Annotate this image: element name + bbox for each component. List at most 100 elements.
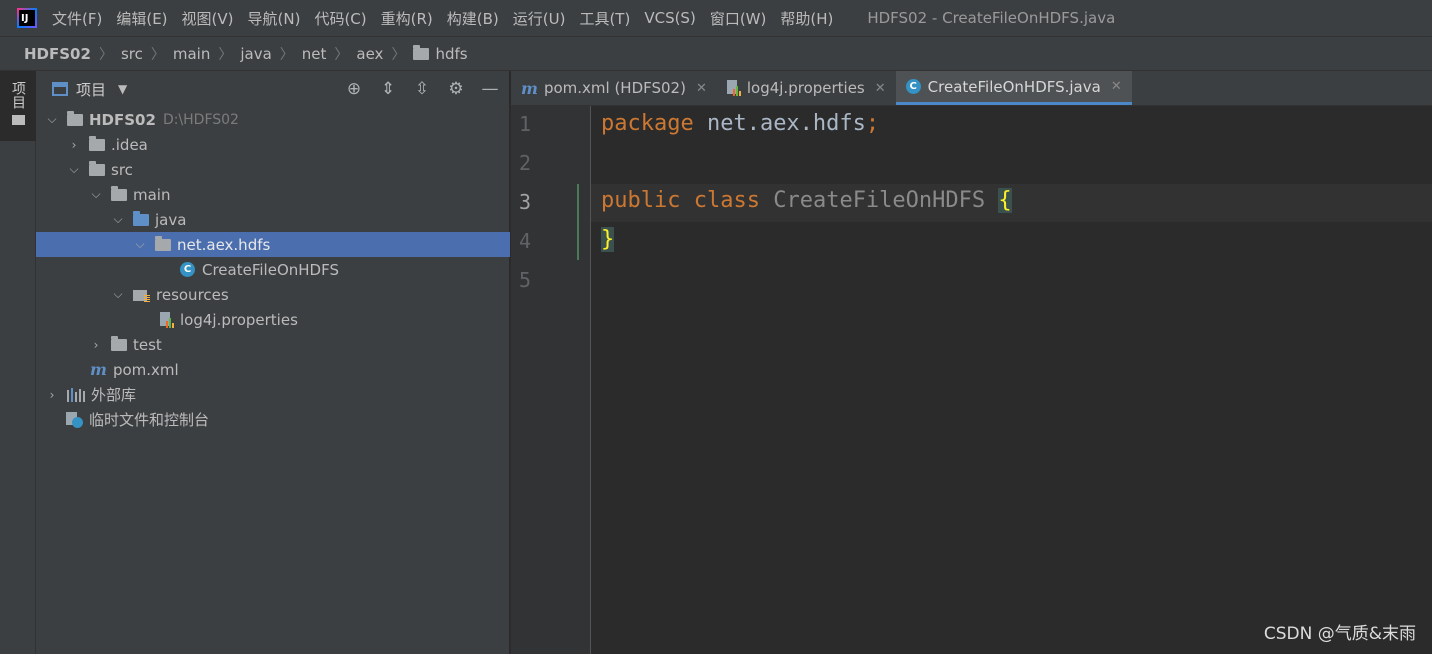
line-number: 3: [519, 190, 532, 214]
tab-label: pom.xml (HDFS02): [543, 79, 686, 97]
chevron-down-icon[interactable]: ⌵: [86, 187, 106, 202]
menu-vcs[interactable]: VCS(S): [644, 9, 695, 27]
menu-help[interactable]: 帮助(H): [780, 8, 833, 29]
tree-item-log4j[interactable]: log4j.properties: [36, 307, 510, 332]
class-icon: C: [180, 262, 195, 277]
menu-file[interactable]: 文件(F): [52, 8, 102, 29]
tree-item-external-libraries[interactable]: › 外部库: [36, 382, 510, 407]
crumb-project[interactable]: HDFS02: [24, 45, 91, 63]
menu-navigate[interactable]: 导航(N): [248, 8, 301, 29]
tree-label: log4j.properties: [180, 310, 298, 329]
chevron-right-icon: 〉: [150, 46, 165, 63]
tree-item-pom[interactable]: m pom.xml: [36, 357, 510, 382]
chevron-right-icon: 〉: [391, 46, 406, 63]
crumb-aex[interactable]: aex: [356, 45, 383, 63]
tree-label: CreateFileOnHDFS: [202, 260, 339, 279]
tree-item-test[interactable]: › test: [36, 332, 510, 357]
code-line-4: }: [601, 227, 615, 252]
module-folder-icon: [67, 110, 83, 126]
tree-item-class[interactable]: C CreateFileOnHDFS: [36, 257, 510, 282]
folder-icon: [89, 135, 105, 151]
code-keyword: package: [601, 111, 694, 136]
chevron-right-icon: 〉: [334, 46, 349, 63]
code-editor[interactable]: 1 2 3 4 5 package net.aex.hdfs; public c…: [511, 106, 1432, 654]
maven-icon: m: [521, 78, 538, 98]
crumb-net[interactable]: net: [302, 45, 327, 63]
menu-build[interactable]: 构建(B): [447, 8, 499, 29]
tree-label: HDFS02: [89, 110, 156, 129]
window-title: HDFS02 - CreateFileOnHDFS.java: [867, 9, 1116, 27]
chevron-down-icon[interactable]: ▼: [118, 82, 127, 96]
intellij-logo-icon: IJ: [17, 8, 37, 28]
crumb-hdfs[interactable]: hdfs: [435, 45, 467, 63]
menu-tools[interactable]: 工具(T): [579, 8, 630, 29]
tab-pom-xml[interactable]: m pom.xml (HDFS02) ✕: [511, 71, 717, 105]
tree-item-package[interactable]: ⌵ net.aex.hdfs: [36, 232, 510, 257]
code-close-brace: }: [601, 227, 615, 252]
expand-all-icon[interactable]: ⇕: [377, 78, 399, 100]
chevron-right-icon[interactable]: ›: [86, 338, 106, 352]
menu-run[interactable]: 运行(U): [513, 8, 566, 29]
watermark: CSDN @气质&末雨: [1263, 624, 1416, 644]
tab-createfileonhdfs-java[interactable]: C CreateFileOnHDFS.java ✕: [895, 71, 1132, 105]
menu-bar: IJ 文件(F) 编辑(E) 视图(V) 导航(N) 代码(C) 重构(R) 构…: [0, 0, 1432, 36]
crumb-main[interactable]: main: [173, 45, 210, 63]
close-icon[interactable]: ✕: [696, 81, 707, 96]
menu-code[interactable]: 代码(C): [314, 8, 366, 29]
chevron-down-icon[interactable]: ⌵: [64, 162, 84, 177]
minimize-icon[interactable]: —: [479, 78, 501, 100]
folder-icon: [11, 115, 25, 125]
chevron-down-icon[interactable]: ⌵: [108, 212, 128, 227]
tree-item-main[interactable]: ⌵ main: [36, 182, 510, 207]
close-icon[interactable]: ✕: [1111, 79, 1122, 94]
menu-refactor[interactable]: 重构(R): [381, 8, 433, 29]
line-number: 4: [519, 229, 532, 253]
tree-label: java: [155, 210, 187, 229]
properties-file-icon: [160, 311, 174, 328]
chevron-right-icon: 〉: [279, 46, 294, 63]
gear-icon[interactable]: ⚙: [445, 78, 467, 100]
chevron-right-icon: 〉: [98, 46, 113, 63]
close-icon[interactable]: ✕: [875, 81, 886, 96]
chevron-right-icon[interactable]: ›: [42, 388, 62, 402]
project-panel-header: 项目 ▼ ⊕ ⇕ ⇳ ⚙ —: [36, 71, 509, 107]
package-icon: [155, 235, 171, 251]
line-number: 1: [519, 112, 532, 136]
code-line-3: public class CreateFileOnHDFS {: [601, 188, 1012, 213]
tree-label: resources: [156, 285, 229, 304]
tree-label: net.aex.hdfs: [177, 235, 271, 254]
tree-label: 临时文件和控制台: [89, 411, 210, 429]
chevron-right-icon[interactable]: ›: [64, 138, 84, 152]
locate-icon[interactable]: ⊕: [343, 78, 365, 100]
line-number-gutter: 1 2 3 4 5: [511, 106, 591, 654]
menu-window[interactable]: 窗口(W): [710, 8, 767, 29]
tree-item-hdfs02[interactable]: ⌵ HDFS02 D:\HDFS02: [36, 107, 510, 132]
collapse-all-icon[interactable]: ⇳: [411, 78, 433, 100]
properties-file-icon: [726, 80, 741, 96]
code-keyword: public: [601, 188, 681, 213]
chevron-down-icon[interactable]: ⌵: [42, 112, 62, 127]
tree-label: 外部库: [91, 386, 137, 404]
chevron-down-icon[interactable]: ⌵: [108, 287, 128, 302]
project-tool-button[interactable]: 项目: [0, 71, 36, 141]
code-class-name: CreateFileOnHDFS: [773, 188, 986, 213]
tree-item-src[interactable]: ⌵ src: [36, 157, 510, 182]
tree-item-idea[interactable]: › .idea: [36, 132, 510, 157]
project-view-icon: [52, 82, 68, 96]
chevron-right-icon: 〉: [218, 46, 233, 63]
menu-view[interactable]: 视图(V): [182, 8, 234, 29]
breadcrumb: HDFS02 〉 src 〉 main 〉 java 〉 net 〉 aex 〉…: [0, 36, 1432, 71]
chevron-down-icon[interactable]: ⌵: [130, 237, 150, 252]
tab-log4j-properties[interactable]: log4j.properties ✕: [717, 71, 896, 105]
tree-label: .idea: [111, 135, 148, 154]
project-panel: 项目 ▼ ⊕ ⇕ ⇳ ⚙ — ⌵ HDFS02 D:\HDFS02 › .ide…: [36, 71, 510, 654]
tree-item-java[interactable]: ⌵ java: [36, 207, 510, 232]
tree-item-scratches[interactable]: 临时文件和控制台: [36, 407, 510, 432]
menu-edit[interactable]: 编辑(E): [116, 8, 167, 29]
panel-title[interactable]: 项目: [76, 79, 106, 100]
code-open-brace: {: [998, 188, 1012, 213]
libraries-icon: [67, 387, 85, 402]
tree-item-resources[interactable]: ⌵ resources: [36, 282, 510, 307]
crumb-java[interactable]: java: [240, 45, 271, 63]
crumb-src[interactable]: src: [121, 45, 143, 63]
